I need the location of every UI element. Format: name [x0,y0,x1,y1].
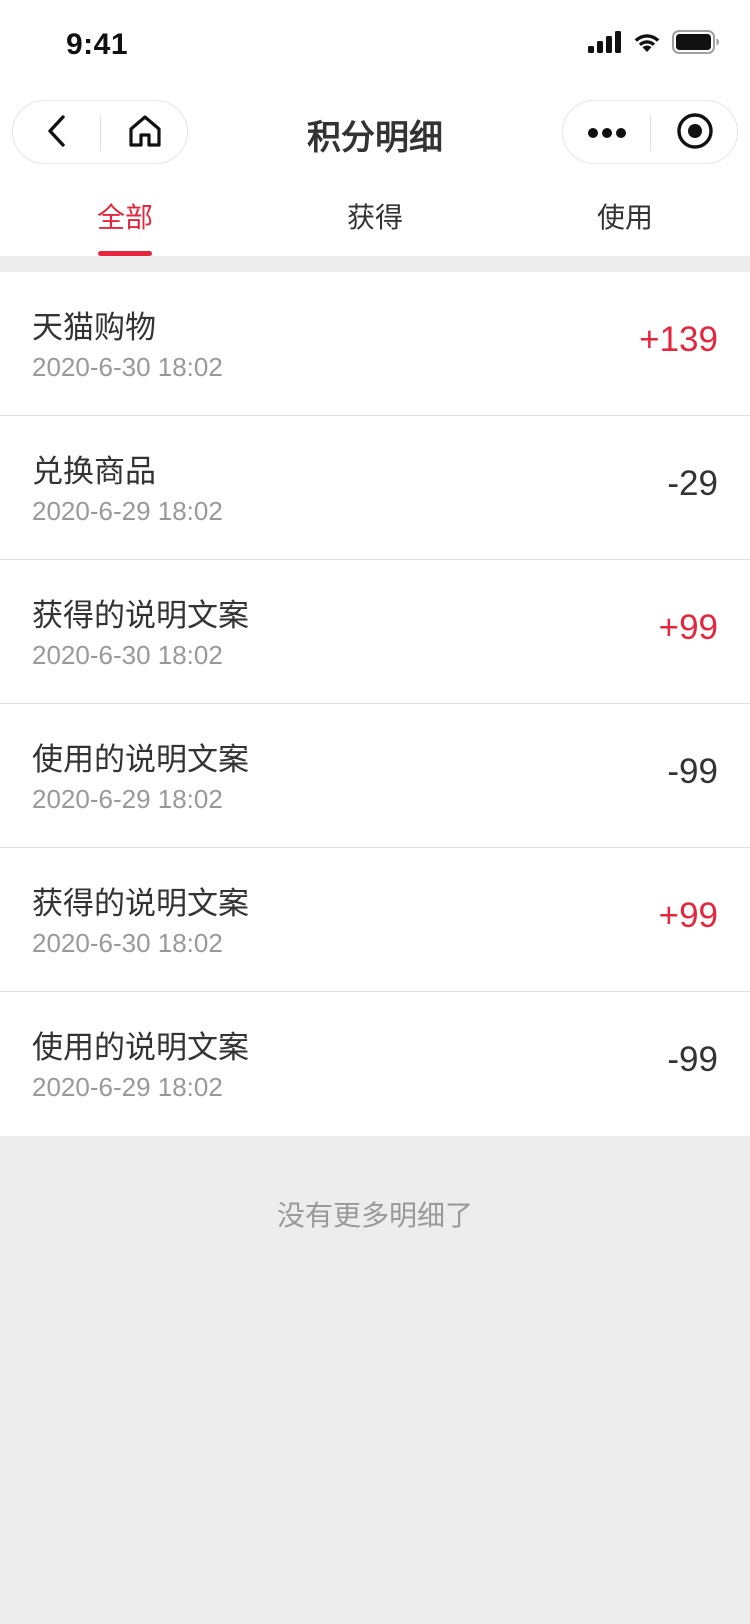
record-title: 天猫购物 [32,310,156,346]
status-time: 9:41 [66,28,129,61]
record-amount: +99 [658,896,718,935]
record-date: 2020-6-29 18:02 [32,1072,223,1102]
tab-bar: 全部 获得 使用 [0,176,750,256]
list-item[interactable]: 获得的说明文案 2020-6-30 18:02 +99 [0,560,750,704]
record-amount: -99 [667,752,718,791]
no-more-records-text: 没有更多明细了 [276,1199,473,1232]
tab-label: 使用 [596,201,653,234]
record-title: 使用的说明文案 [32,1030,249,1066]
status-bar: 9:41 [0,0,750,88]
record-date: 2020-6-29 18:02 [32,784,223,814]
signal-icon [588,31,622,57]
record-title: 获得的说明文案 [32,886,249,922]
nav-bar: 积分明细 [0,88,750,176]
more-button[interactable] [563,101,651,165]
record-title: 兑换商品 [32,454,156,490]
list-item[interactable]: 获得的说明文案 2020-6-30 18:02 +99 [0,848,750,992]
tab-active-indicator [98,251,152,256]
list-item[interactable]: 天猫购物 2020-6-30 18:02 +139 [0,272,750,416]
tab-all[interactable]: 全部 [0,176,250,256]
battery-icon [672,30,720,58]
page: 9:41 积分明细 全部 获得 使用 天猫购物 2020-6-30 18:02 … [0,0,750,1624]
tab-label: 获得 [346,201,403,234]
nav-capsule-right [562,100,738,164]
wifi-icon [632,31,662,57]
status-icons [588,30,720,58]
more-icon [587,124,627,143]
record-date: 2020-6-30 18:02 [32,640,223,670]
tab-used[interactable]: 使用 [500,176,750,256]
record-amount: +139 [639,320,718,359]
list-item[interactable]: 兑换商品 2020-6-29 18:02 -29 [0,416,750,560]
record-amount: +99 [658,608,718,647]
record-date: 2020-6-30 18:02 [32,928,223,958]
list-item[interactable]: 使用的说明文案 2020-6-29 18:02 -99 [0,992,750,1136]
tab-label: 全部 [96,201,153,234]
close-button[interactable] [651,101,739,165]
list-item[interactable]: 使用的说明文案 2020-6-29 18:02 -99 [0,704,750,848]
tab-earned[interactable]: 获得 [250,176,500,256]
record-date: 2020-6-29 18:02 [32,496,223,526]
record-amount: -29 [667,464,718,503]
record-amount: -99 [667,1040,718,1079]
record-title: 获得的说明文案 [32,598,249,634]
close-target-icon [676,112,714,154]
record-date: 2020-6-30 18:02 [32,352,223,382]
points-record-list: 天猫购物 2020-6-30 18:02 +139 兑换商品 2020-6-29… [0,272,750,1136]
record-title: 使用的说明文案 [32,742,249,778]
